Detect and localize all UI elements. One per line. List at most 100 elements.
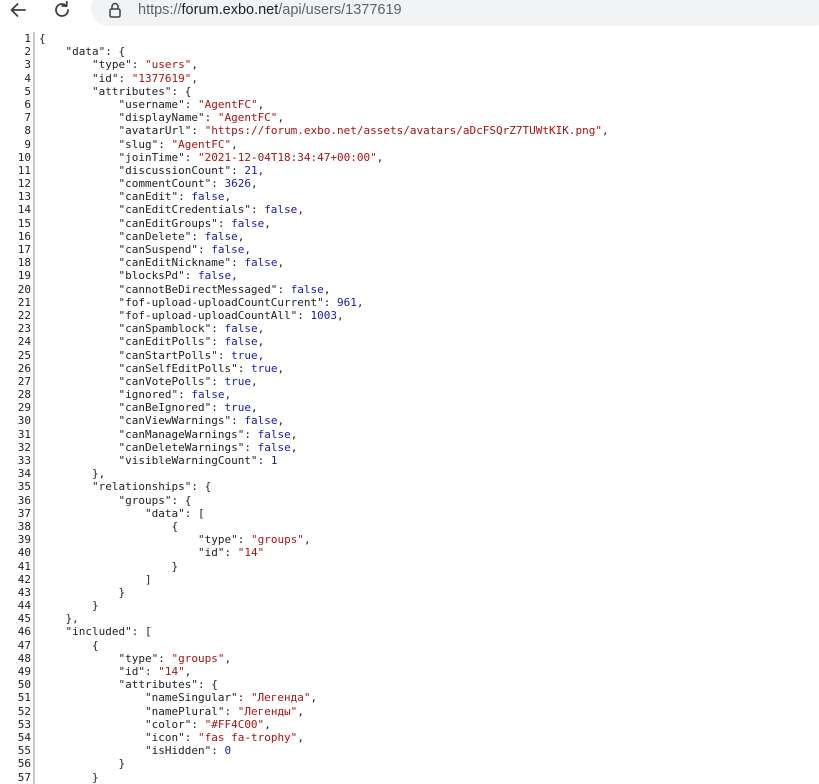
- gutter-divider: [33, 374, 35, 389]
- json-punctuation: :: [211, 177, 225, 191]
- json-punctuation: : {: [171, 84, 192, 98]
- json-punctuation: :: [211, 322, 225, 336]
- json-boolean: false: [231, 216, 265, 230]
- json-key: "canEditCredentials": [118, 203, 251, 217]
- code-line: 7 "displayName": "AgentFC",: [0, 111, 819, 125]
- json-key: "joinTime": [118, 150, 185, 164]
- line-number: 43: [17, 585, 31, 599]
- json-boolean: false: [257, 440, 291, 454]
- json-key: "namePlural": [144, 704, 225, 718]
- json-punctuation: ,: [250, 374, 258, 388]
- code-line: 44 }: [0, 599, 819, 613]
- code-text: },: [39, 612, 79, 625]
- line-number: 39: [17, 533, 31, 547]
- gutter-divider: [33, 58, 35, 72]
- address-bar[interactable]: https://forum.exbo.net/api/users/1377619: [91, 0, 819, 26]
- json-key: "isHidden": [144, 744, 212, 758]
- gutter-divider: [33, 163, 35, 178]
- code-text: "type": "groups",: [39, 533, 311, 546]
- code-line: 14 "canEditCredentials": false,: [0, 203, 819, 217]
- json-key: "id": [197, 546, 225, 560]
- json-key: "canStartPolls": [118, 348, 218, 362]
- json-punctuation: ,: [264, 216, 271, 230]
- back-arrow-icon: [10, 3, 26, 17]
- json-punctuation: ,: [257, 322, 265, 336]
- json-punctuation: ,: [244, 243, 251, 256]
- code-line: 16 "canDelete": false,: [0, 229, 819, 243]
- browser-toolbar: https://forum.exbo.net/api/users/1377619: [0, 0, 819, 26]
- json-punctuation: ,: [224, 651, 232, 665]
- url-text[interactable]: https://forum.exbo.net/api/users/1377619: [138, 2, 402, 18]
- gutter-divider: [33, 559, 35, 573]
- code-text: ]: [39, 573, 152, 586]
- lock-icon[interactable]: [108, 0, 122, 20]
- code-text: "fof-upload-uploadCountAll": 1003,: [39, 309, 343, 322]
- gutter-divider: [33, 519, 35, 534]
- json-key: "id": [118, 665, 145, 678]
- back-button[interactable]: [7, 0, 29, 20]
- line-number: 4: [24, 71, 31, 85]
- line-number: 26: [17, 361, 31, 375]
- code-line: 30 "canViewWarnings": false,: [0, 414, 819, 428]
- code-text: "isHidden": 0: [39, 744, 231, 757]
- json-punctuation: ,: [277, 361, 285, 375]
- json-punctuation: :: [204, 111, 218, 125]
- json-punctuation: :: [211, 335, 225, 349]
- gutter-divider: [33, 243, 35, 257]
- code-text: "id": "1377619",: [39, 72, 198, 85]
- json-key: "discussionCount": [118, 163, 232, 177]
- json-punctuation: {: [91, 638, 99, 652]
- code-text: "icon": "fas fa-trophy",: [39, 731, 304, 744]
- json-key: "canDelete": [118, 229, 192, 243]
- json-punctuation: ,: [191, 58, 198, 72]
- code-text: "canEditCredentials": false,: [39, 203, 304, 217]
- json-key: "data": [144, 506, 185, 520]
- code-line: 4 "id": "1377619",: [0, 71, 819, 85]
- json-key: "color": [144, 717, 192, 731]
- json-key: "canSuspend": [118, 243, 198, 256]
- code-line: 17 "canSuspend": false,: [0, 243, 819, 257]
- gutter-divider: [33, 388, 35, 402]
- code-text: "canSuspend": false,: [39, 243, 251, 256]
- gutter-divider: [33, 454, 35, 468]
- line-number: 6: [24, 97, 31, 111]
- line-number: 28: [17, 388, 31, 402]
- json-boolean: false: [257, 427, 291, 441]
- json-punctuation: ,: [297, 203, 304, 217]
- json-key: "ignored": [118, 388, 179, 402]
- json-punctuation: :: [231, 414, 245, 428]
- gutter-divider: [33, 612, 35, 626]
- line-number: 17: [17, 243, 31, 256]
- json-key: "attributes": [118, 678, 198, 692]
- gutter-divider: [33, 322, 35, 336]
- json-punctuation: ,: [250, 401, 258, 415]
- json-number: 21: [244, 163, 258, 177]
- gutter-divider: [33, 361, 35, 375]
- json-punctuation: : {: [191, 480, 212, 494]
- gutter-divider: [33, 744, 35, 758]
- reload-button[interactable]: [51, 0, 73, 20]
- gutter-divider: [33, 427, 35, 441]
- json-punctuation: }: [118, 757, 126, 771]
- json-punctuation: }: [171, 559, 179, 573]
- json-boolean: false: [224, 322, 258, 336]
- code-line: 36 "groups": {: [0, 493, 819, 507]
- code-line: 23 "canSpamblock": false,: [0, 322, 819, 336]
- json-key: "data": [65, 45, 106, 59]
- code-line: 54 "icon": "fas fa-trophy",: [0, 730, 819, 745]
- gutter-divider: [33, 625, 35, 639]
- json-key: "canEdit": [118, 190, 179, 204]
- json-key: "id": [91, 71, 119, 85]
- line-number: 41: [17, 559, 31, 573]
